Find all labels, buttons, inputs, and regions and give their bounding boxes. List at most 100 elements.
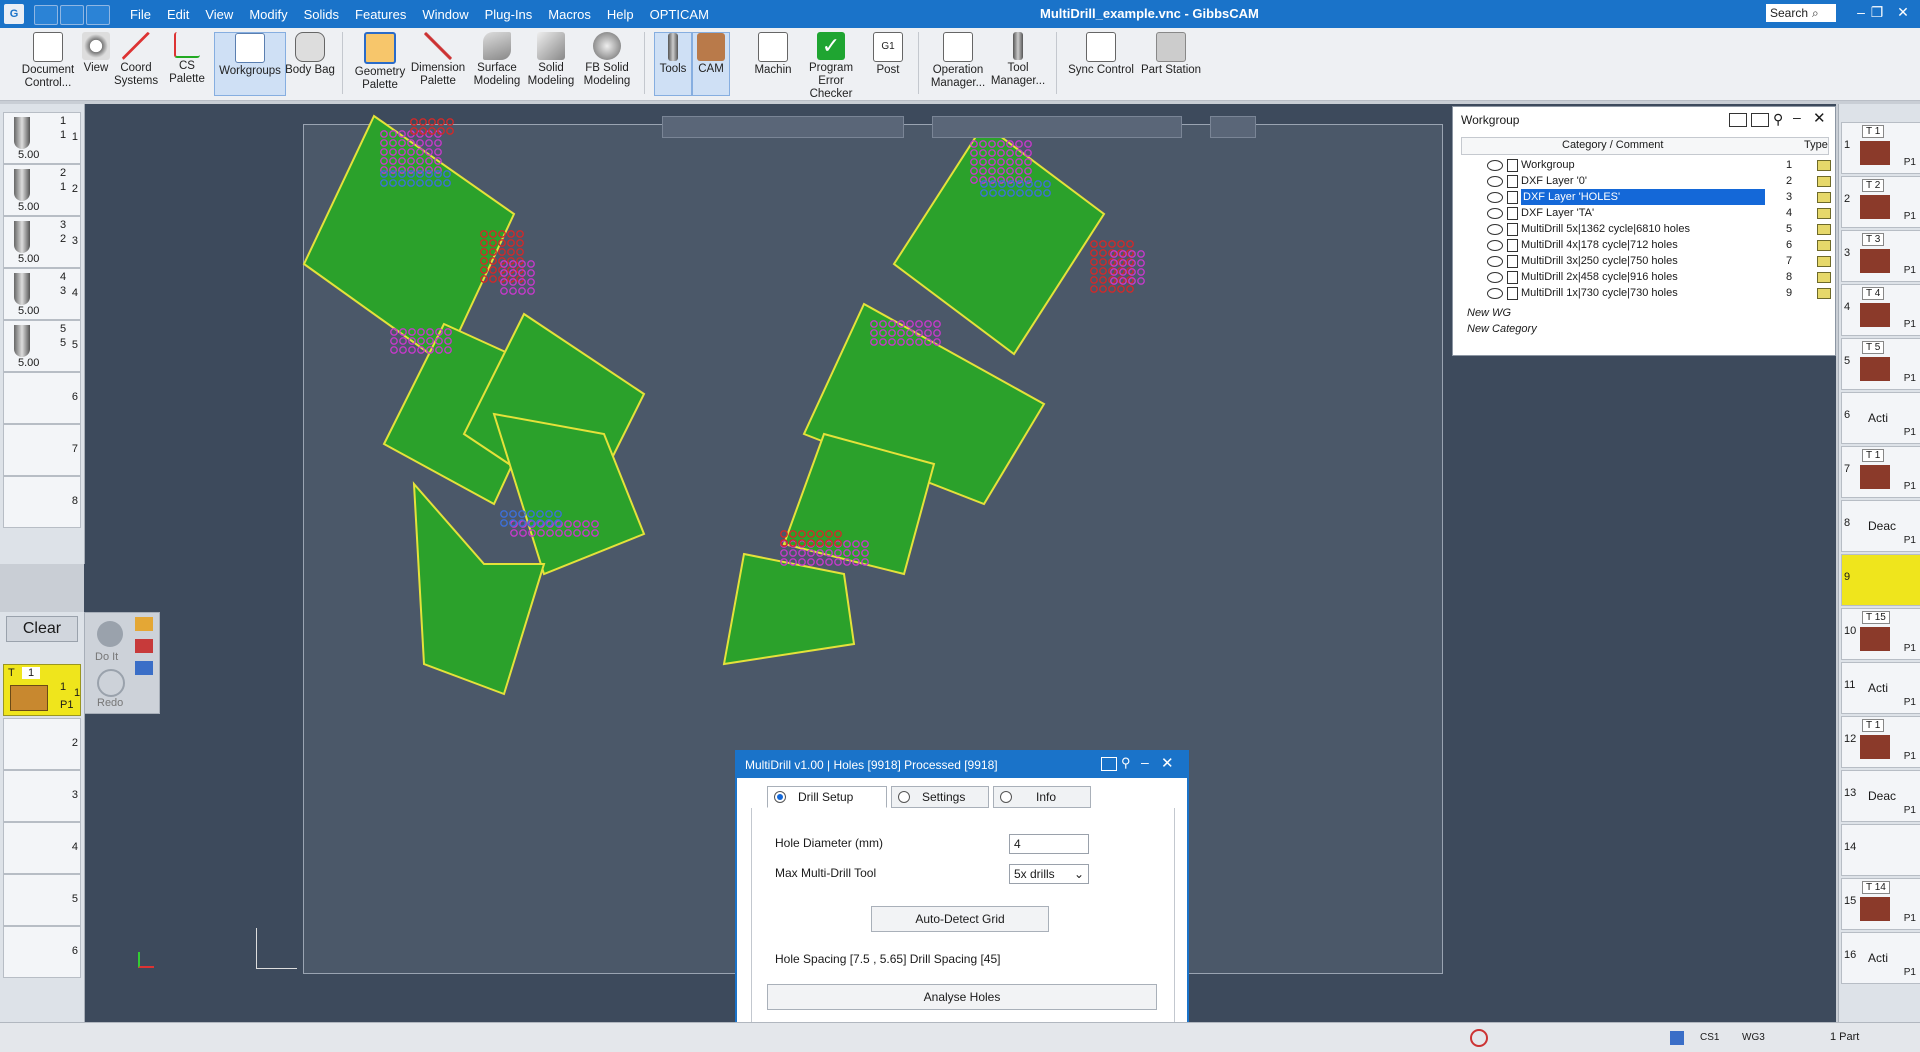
menu-window[interactable]: Window xyxy=(422,7,468,22)
close-panel-button[interactable]: ✕ xyxy=(1813,109,1826,127)
process-slot-8[interactable]: 8 Deac P1 xyxy=(1841,500,1920,552)
visibility-icon[interactable] xyxy=(1487,224,1503,235)
tool-slot[interactable]: 5 5 5.00 5 xyxy=(3,320,81,372)
workgroup-row[interactable]: DXF Layer 'TA' 4 xyxy=(1461,205,1831,221)
workgroup-row[interactable]: MultiDrill 5x|1362 cycle|6810 holes 5 xyxy=(1461,221,1831,237)
tool-slot[interactable]: 3 2 5.00 3 xyxy=(3,216,81,268)
active-process-slot[interactable]: T 1 1 1 P1 xyxy=(3,664,81,716)
visibility-icon[interactable] xyxy=(1487,160,1503,171)
process-slot-13[interactable]: 13 Deac P1 xyxy=(1841,770,1920,822)
close-button[interactable]: ✕ xyxy=(1888,4,1918,21)
new-wg-item[interactable]: New WG xyxy=(1467,307,1511,319)
tool-slot[interactable]: 1 1 5.00 1 xyxy=(3,112,81,164)
cs-palette-button[interactable]: CS Palette xyxy=(160,32,214,86)
panel-dock-icon[interactable] xyxy=(1751,113,1769,127)
menu-plug-ins[interactable]: Plug-Ins xyxy=(485,7,533,22)
workgroups-button[interactable]: Workgroups xyxy=(214,32,286,96)
viewport-toolbar-right[interactable] xyxy=(932,116,1182,138)
workgroup-row[interactable]: Workgroup 1 xyxy=(1461,157,1831,173)
geometry-palette-button[interactable]: Geometry Palette xyxy=(352,32,408,92)
process-slot[interactable]: 4 xyxy=(3,822,81,874)
viewport-toolbar-left[interactable] xyxy=(662,116,904,138)
workgroup-row[interactable]: DXF Layer '0' 2 xyxy=(1461,173,1831,189)
menu-file[interactable]: File xyxy=(130,7,151,22)
process-slot-12[interactable]: 12 T 1 P1 xyxy=(1841,716,1920,768)
solid-modeling-button[interactable]: Solid Modeling xyxy=(526,32,576,88)
program-error-checker-button[interactable]: ✓ Program Error Checker xyxy=(796,32,866,101)
viewport-toolbar-help[interactable] xyxy=(1210,116,1256,138)
fb-solid-modeling-button[interactable]: FB Solid Modeling xyxy=(578,32,636,88)
visibility-icon[interactable] xyxy=(1487,240,1503,251)
bottom-right-block[interactable] xyxy=(722,552,856,666)
process-slot-4[interactable]: 4T 4 P1 xyxy=(1841,284,1920,336)
process-slot[interactable]: 3 xyxy=(3,770,81,822)
process-slot-2[interactable]: 2T 2 P1 xyxy=(1841,176,1920,228)
process-slot-3[interactable]: 3T 3 P1 xyxy=(1841,230,1920,282)
tab-settings[interactable]: Settings xyxy=(891,786,989,808)
process-slot-7[interactable]: 7T 1 P1 xyxy=(1841,446,1920,498)
panel-options-icon[interactable] xyxy=(1729,113,1747,127)
process-slot-11[interactable]: 11 Acti P1 xyxy=(1841,662,1920,714)
workgroup-row[interactable]: MultiDrill 1x|730 cycle|730 holes 9 xyxy=(1461,285,1831,301)
dialog-options-icon[interactable] xyxy=(1101,757,1117,771)
visibility-icon[interactable] xyxy=(1487,272,1503,283)
folder-icon[interactable] xyxy=(135,617,153,631)
visibility-icon[interactable] xyxy=(1487,192,1503,203)
undo-icon[interactable] xyxy=(60,5,84,25)
workgroup-row[interactable]: DXF Layer 'HOLES' 3 xyxy=(1461,189,1831,205)
doit-check-icon[interactable] xyxy=(97,621,123,647)
tab-info[interactable]: Info xyxy=(993,786,1091,808)
coord-systems-button[interactable]: Coord Systems xyxy=(114,32,158,88)
trash-icon[interactable] xyxy=(1670,1031,1684,1045)
minimize-panel-button[interactable]: – xyxy=(1793,109,1801,125)
sync-control-button[interactable]: Sync Control xyxy=(1066,32,1136,77)
process-slot-9[interactable]: 9 xyxy=(1841,554,1920,606)
menu-help[interactable]: Help xyxy=(607,7,634,22)
clear-button[interactable]: Clear xyxy=(6,616,78,642)
menu-solids[interactable]: Solids xyxy=(304,7,339,22)
redo-icon[interactable] xyxy=(86,5,110,25)
analyse-holes-button[interactable]: Analyse Holes xyxy=(767,984,1157,1010)
workgroup-row[interactable]: MultiDrill 3x|250 cycle|750 holes 7 xyxy=(1461,253,1831,269)
menu-macros[interactable]: Macros xyxy=(548,7,591,22)
tool-slot[interactable]: 6 xyxy=(3,372,81,424)
process-slot-6[interactable]: 6 Acti P1 xyxy=(1841,392,1920,444)
search-input[interactable]: Search xyxy=(1766,4,1836,22)
process-slot[interactable]: 5 xyxy=(3,874,81,926)
delete-process-icon[interactable] xyxy=(135,639,153,653)
redo-icon[interactable] xyxy=(97,669,125,697)
visibility-icon[interactable] xyxy=(1487,256,1503,267)
tools-button[interactable]: Tools xyxy=(654,32,692,96)
tool-slot[interactable]: 7 xyxy=(3,424,81,476)
save-icon[interactable] xyxy=(34,5,58,25)
operation-manager-button[interactable]: Operation Manager... xyxy=(928,32,988,90)
menu-edit[interactable]: Edit xyxy=(167,7,189,22)
tool-slot[interactable]: 8 xyxy=(3,476,81,528)
col-type[interactable]: Type xyxy=(1804,139,1828,151)
tab-drill-setup[interactable]: Drill Setup xyxy=(767,786,887,808)
pin-icon[interactable]: ⚲ xyxy=(1773,111,1783,128)
post-button[interactable]: G1 Post xyxy=(868,32,908,77)
process-slot-1[interactable]: 1T 1 P1 xyxy=(1841,122,1920,174)
save-process-icon[interactable] xyxy=(135,661,153,675)
process-slot[interactable]: 2 xyxy=(3,718,81,770)
view-button[interactable]: View xyxy=(80,32,112,75)
menu-features[interactable]: Features xyxy=(355,7,406,22)
menu-modify[interactable]: Modify xyxy=(249,7,287,22)
tool-manager-button[interactable]: Tool Manager... xyxy=(990,32,1046,88)
stop-icon[interactable] xyxy=(1470,1029,1488,1047)
auto-detect-grid-button[interactable]: Auto-Detect Grid xyxy=(871,906,1049,932)
document-control-button[interactable]: Document Control... xyxy=(20,32,76,90)
menu-opticam[interactable]: OPTICAM xyxy=(650,7,709,22)
body-bag-button[interactable]: Body Bag xyxy=(284,32,336,77)
pin-icon[interactable]: ⚲ xyxy=(1121,755,1131,771)
col-category[interactable]: Category / Comment xyxy=(1562,139,1663,151)
process-slot-15[interactable]: 15 T 14 P1 xyxy=(1841,878,1920,930)
workgroup-row[interactable]: MultiDrill 4x|178 cycle|712 holes 6 xyxy=(1461,237,1831,253)
dialog-close-button[interactable]: ✕ xyxy=(1161,754,1174,772)
surface-modeling-button[interactable]: Surface Modeling xyxy=(468,32,526,88)
new-category-item[interactable]: New Category xyxy=(1467,323,1537,335)
upper-right-block[interactable] xyxy=(892,122,1106,356)
visibility-icon[interactable] xyxy=(1487,288,1503,299)
workgroup-row[interactable]: MultiDrill 2x|458 cycle|916 holes 8 xyxy=(1461,269,1831,285)
